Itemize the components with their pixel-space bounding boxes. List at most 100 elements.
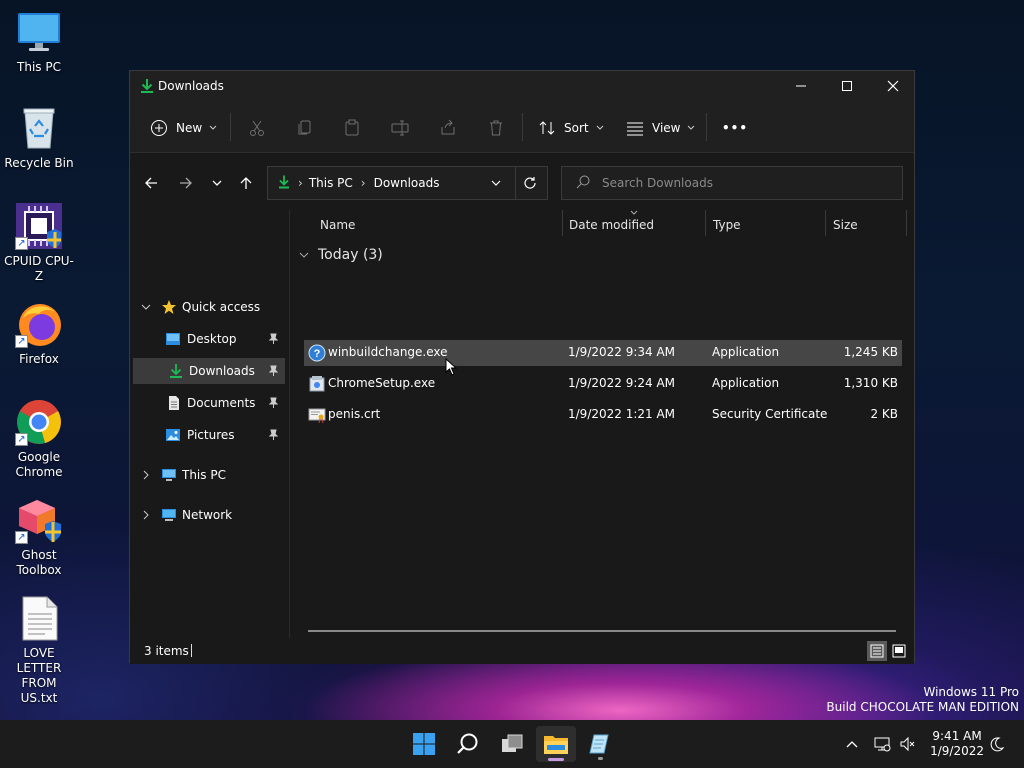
- nav-item-desktop[interactable]: Desktop: [133, 326, 285, 352]
- large-icons-view-button[interactable]: [889, 641, 909, 661]
- close-button[interactable]: [870, 71, 916, 101]
- watermark-edition: Windows 11 Pro: [923, 685, 1019, 699]
- speaker-muted-icon: [900, 736, 915, 752]
- desktop-icon-this-pc[interactable]: This PC: [2, 8, 76, 75]
- desktop-icon-label: This PC: [17, 60, 61, 74]
- active-indicator: [548, 758, 564, 761]
- breadcrumb-this-pc[interactable]: This PC: [309, 176, 353, 190]
- start-button[interactable]: [404, 726, 444, 762]
- horizontal-scrollbar[interactable]: [308, 630, 896, 632]
- recent-locations-button[interactable]: [206, 172, 228, 194]
- file-row[interactable]: ChromeSetup.exe 1/9/2022 9:24 AM Applica…: [304, 371, 902, 397]
- nav-item-documents[interactable]: Documents: [133, 390, 285, 416]
- shortcut-arrow-icon: ↗: [15, 237, 28, 250]
- nav-item-pictures[interactable]: Pictures: [133, 422, 285, 448]
- desktop-icon-label: CPUID CPU-Z: [4, 254, 74, 283]
- nav-network[interactable]: Network: [133, 502, 285, 528]
- up-button[interactable]: [235, 172, 257, 194]
- pictures-icon: [166, 429, 180, 441]
- windows-watermark: Windows 11 Pro Build CHOCOLATE MAN EDITI…: [826, 685, 1019, 715]
- this-pc-icon: [162, 469, 176, 481]
- more-options-button[interactable]: •••: [722, 117, 748, 139]
- nav-label: Desktop: [187, 332, 237, 346]
- back-button[interactable]: [140, 172, 162, 194]
- share-button[interactable]: [439, 117, 457, 139]
- nav-quick-access[interactable]: Quick access: [133, 294, 285, 320]
- arrow-right-icon: [180, 177, 192, 189]
- show-hidden-icons-button[interactable]: [845, 720, 859, 768]
- share-icon: [441, 119, 455, 135]
- downloads-icon: [140, 78, 154, 97]
- search-input[interactable]: Search Downloads: [561, 166, 903, 200]
- pin-icon: [267, 333, 279, 348]
- file-explorer-window[interactable]: Downloads New Sort View ••• › This PC › …: [129, 70, 915, 664]
- focus-assist-button[interactable]: [989, 720, 1005, 768]
- clock[interactable]: 9:41 AM 1/9/2022: [930, 729, 984, 759]
- status-bar: 3 items: [130, 638, 914, 664]
- desktop-icon-label: Ghost Toolbox: [16, 548, 62, 577]
- desktop-icon-firefox[interactable]: ↗ Firefox: [2, 300, 76, 367]
- new-label: New: [176, 121, 203, 135]
- chevron-down-icon: [596, 125, 603, 130]
- refresh-button[interactable]: [523, 176, 537, 193]
- group-header-today[interactable]: Today (3): [298, 244, 383, 266]
- text-file-icon: [15, 594, 63, 642]
- view-button[interactable]: View: [626, 117, 696, 139]
- file-type: Application: [712, 345, 780, 359]
- column-header-name[interactable]: Name: [320, 210, 355, 240]
- nav-this-pc[interactable]: This PC: [133, 462, 285, 488]
- nav-item-downloads[interactable]: Downloads: [133, 358, 285, 384]
- maximize-button[interactable]: [824, 71, 870, 101]
- notepad-taskbar-button[interactable]: [580, 726, 620, 762]
- nav-label: Quick access: [182, 300, 261, 314]
- file-date: 1/9/2022 9:34 AM: [568, 345, 676, 359]
- desktop-folder-icon: [166, 333, 180, 345]
- file-row[interactable]: penis.crt 1/9/2022 1:21 AM Security Cert…: [304, 402, 902, 428]
- desktop-icon-cpu-z[interactable]: ↗ CPUID CPU-Z: [2, 202, 76, 284]
- file-row[interactable]: ? winbuildchange.exe 1/9/2022 9:34 AM Ap…: [304, 340, 902, 366]
- copy-button[interactable]: [296, 117, 314, 139]
- desktop-icon-label: Google Chrome: [15, 450, 63, 479]
- group-label: Today (3): [318, 247, 383, 263]
- title-bar[interactable]: Downloads: [130, 71, 914, 101]
- certificate-icon: [308, 406, 326, 424]
- task-view-icon: [502, 734, 523, 752]
- column-header-size[interactable]: Size: [833, 210, 858, 240]
- desktop-icon-love-letter[interactable]: LOVE LETTER FROM US.txt: [2, 594, 76, 706]
- rename-icon: [391, 120, 409, 136]
- paste-icon: [345, 119, 359, 136]
- details-view-button[interactable]: [867, 641, 887, 661]
- desktop-icon-ghost-toolbox[interactable]: ↗ Ghost Toolbox: [2, 496, 76, 578]
- address-bar[interactable]: › This PC › Downloads: [267, 166, 548, 200]
- search-placeholder: Search Downloads: [602, 176, 713, 190]
- clock-date: 1/9/2022: [930, 744, 984, 758]
- file-explorer-taskbar-button[interactable]: [536, 726, 576, 762]
- folder-icon: [544, 736, 568, 754]
- desktop-icon-recycle-bin[interactable]: Recycle Bin: [2, 104, 76, 171]
- sort-button[interactable]: Sort: [538, 117, 605, 139]
- volume-button[interactable]: [899, 720, 917, 768]
- minimize-button[interactable]: [778, 71, 824, 101]
- search-taskbar-button[interactable]: [448, 726, 488, 762]
- breadcrumb-downloads[interactable]: Downloads: [374, 176, 440, 190]
- address-history-button[interactable]: [490, 177, 502, 192]
- network-status-button[interactable]: [873, 720, 891, 768]
- rename-button[interactable]: [391, 117, 409, 139]
- forward-button[interactable]: [175, 172, 197, 194]
- column-header-date-modified[interactable]: Date modified: [569, 210, 654, 240]
- chevron-down-icon: [491, 180, 501, 186]
- paste-button[interactable]: [343, 117, 361, 139]
- cut-button[interactable]: [248, 117, 266, 139]
- delete-button[interactable]: [487, 117, 505, 139]
- pin-icon: [267, 397, 279, 412]
- desktop-icon-google-chrome[interactable]: ↗ Google Chrome: [2, 398, 76, 480]
- copy-icon: [298, 120, 311, 135]
- column-header-type[interactable]: Type: [713, 210, 741, 240]
- desktop-icon-label: Recycle Bin: [4, 156, 74, 170]
- downloads-icon: [170, 364, 182, 378]
- chevron-down-icon: [209, 125, 217, 130]
- new-button[interactable]: New: [150, 117, 218, 139]
- monitor-icon: [15, 8, 63, 56]
- task-view-button[interactable]: [492, 726, 532, 762]
- sort-label: Sort: [564, 121, 589, 135]
